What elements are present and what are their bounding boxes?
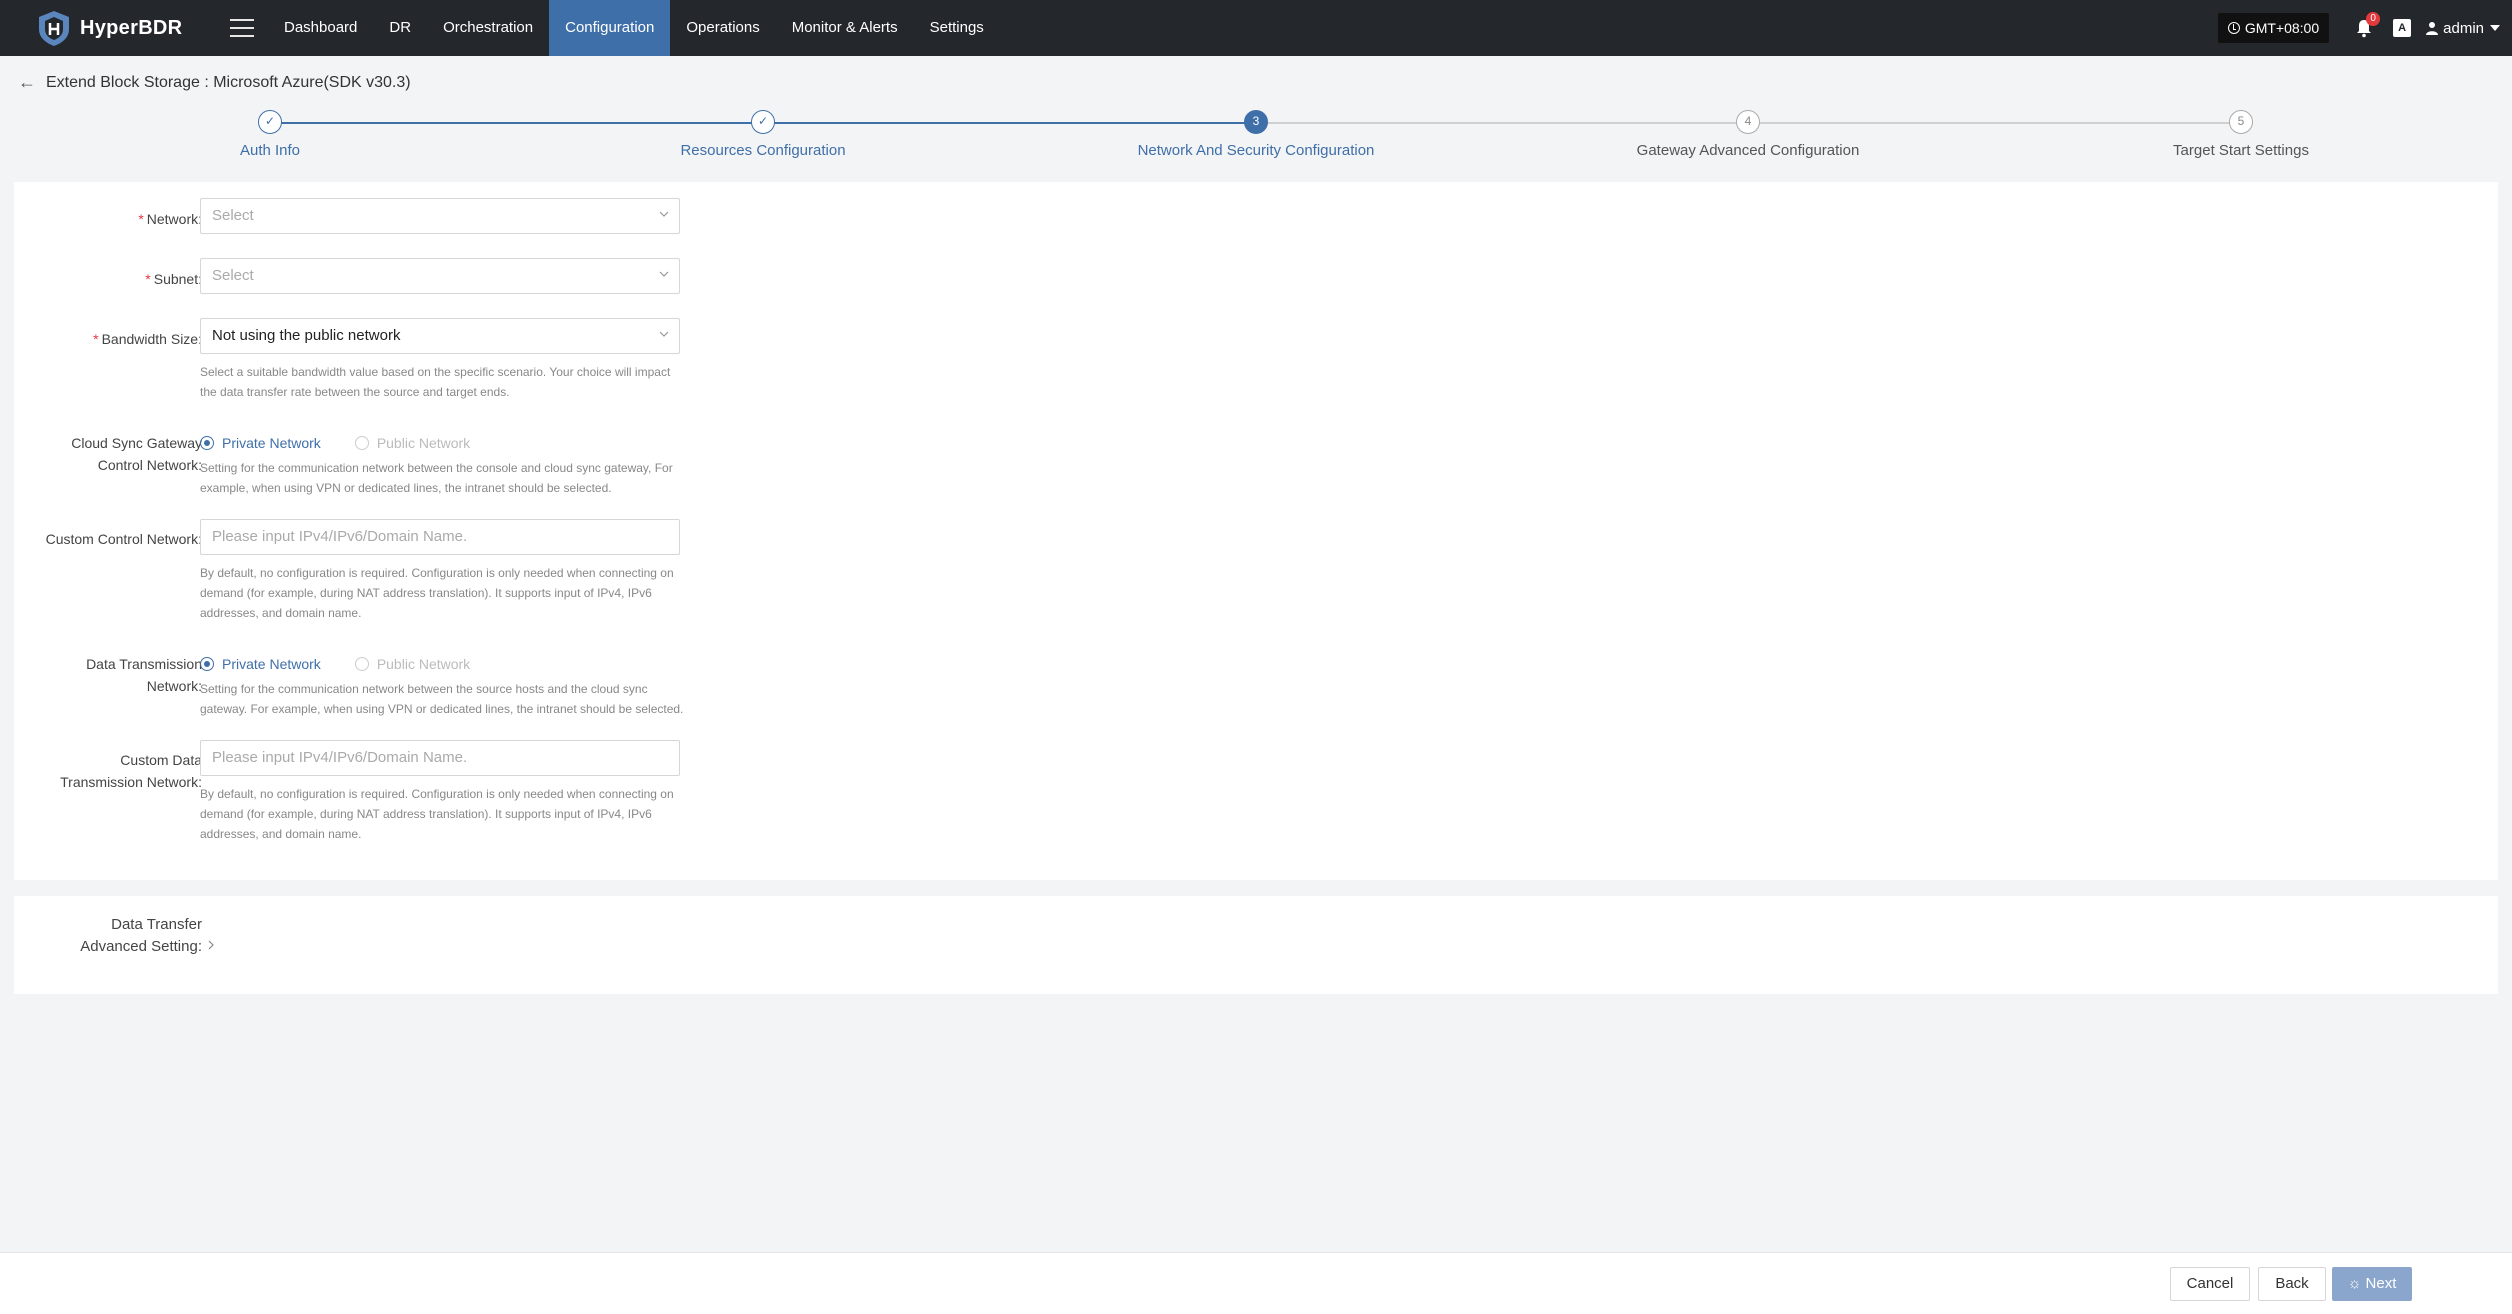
- check-icon: ✓: [258, 110, 282, 134]
- advanced-settings-card: Data Transfer Advanced Setting:: [14, 896, 2498, 994]
- bandwidth-help: Select a suitable bandwidth value based …: [200, 365, 671, 399]
- nav-dashboard[interactable]: Dashboard: [268, 0, 373, 56]
- custom-control-label: Custom Control Network:: [45, 531, 202, 547]
- bandwidth-select[interactable]: Not using the public network: [200, 318, 680, 354]
- control-private-radio[interactable]: [200, 436, 214, 450]
- data-network-label: Data Transmission Network:: [86, 656, 202, 694]
- chevron-down-icon: [659, 331, 669, 337]
- app-name: HyperBDR: [80, 16, 183, 39]
- notification-badge: 0: [2366, 12, 2381, 26]
- next-button[interactable]: ☼ Next: [2332, 1267, 2412, 1301]
- back-arrow-icon[interactable]: ←: [18, 72, 36, 93]
- network-form-card: * Network: Select * Subnet: Select * Bandwi…: [14, 182, 2498, 880]
- timezone-button[interactable]: GMT+08:00: [2217, 13, 2330, 43]
- subnet-label: * Subnet:: [145, 271, 202, 287]
- main-nav: Dashboard DR Orchestration Configuration…: [268, 0, 1000, 56]
- wizard-steps: ✓ Auth Info ✓ Resources Configuration 3 …: [0, 110, 2512, 170]
- check-icon: ✓: [751, 110, 775, 134]
- advanced-settings-label: Data Transfer Advanced Setting:: [80, 916, 202, 955]
- back-button[interactable]: Back: [2258, 1267, 2326, 1301]
- step-auth-info[interactable]: ✓ Auth Info: [110, 110, 430, 159]
- step-label: Resources Configuration: [680, 142, 846, 159]
- data-public-radio: [354, 657, 369, 671]
- notification-bell[interactable]: 0: [2355, 12, 2381, 38]
- chevron-right-icon[interactable]: [206, 940, 216, 950]
- nav-monitor-alerts[interactable]: Monitor & Alerts: [776, 0, 914, 56]
- loading-icon: ☼: [2347, 1275, 2362, 1292]
- step-label: Gateway Advanced Configuration: [1636, 142, 1860, 159]
- page-title: Extend Block Storage : Microsoft Azure(S…: [46, 73, 411, 91]
- subnet-select[interactable]: Select: [200, 258, 680, 294]
- step-gateway-advanced[interactable]: 4 Gateway Advanced Configuration: [1588, 110, 1908, 159]
- nav-settings[interactable]: Settings: [914, 0, 1000, 56]
- app-logo[interactable]: HyperBDR: [36, 9, 206, 47]
- user-menu[interactable]: admin: [2425, 20, 2500, 37]
- step-label: Network And Security Configuration: [1137, 142, 1375, 159]
- custom-data-help: By default, no configuration is required…: [200, 787, 674, 841]
- language-icon[interactable]: A: [2393, 19, 2412, 37]
- user-name: admin: [2443, 19, 2484, 37]
- nav-dr[interactable]: DR: [373, 0, 427, 56]
- custom-control-help: By default, no configuration is required…: [200, 566, 674, 620]
- cancel-button[interactable]: Cancel: [2170, 1267, 2250, 1301]
- control-network-help: Setting for the communication network be…: [200, 461, 673, 495]
- top-navbar: HyperBDR Dashboard DR Orchestration Conf…: [0, 0, 2512, 56]
- step-resources-configuration[interactable]: ✓ Resources Configuration: [603, 110, 923, 159]
- nav-configuration[interactable]: Configuration: [549, 0, 671, 56]
- chevron-down-icon: [659, 271, 669, 277]
- custom-data-label: Custom Data Transmission Network:: [60, 752, 202, 790]
- step-label: Target Start Settings: [2173, 142, 2309, 159]
- data-network-radio-group: Private Network Public Network: [200, 656, 504, 672]
- step-number: 4: [1736, 110, 1760, 134]
- user-icon: [2426, 22, 2439, 35]
- control-network-label: Cloud Sync Gateway Control Network:: [71, 435, 202, 473]
- custom-data-input[interactable]: Please input IPv4/IPv6/Domain Name.: [200, 740, 680, 776]
- control-public-label: Public Network: [376, 435, 471, 451]
- control-public-radio: [354, 436, 369, 450]
- step-target-start[interactable]: 5 Target Start Settings: [2081, 110, 2401, 159]
- network-label: * Network:: [138, 211, 202, 227]
- step-number: 5: [2229, 110, 2253, 134]
- nav-orchestration[interactable]: Orchestration: [427, 0, 549, 56]
- control-private-label[interactable]: Private Network: [222, 435, 321, 451]
- caret-down-icon: [2490, 25, 2500, 31]
- page-header: ← Extend Block Storage : Microsoft Azure…: [18, 72, 411, 93]
- nav-operations[interactable]: Operations: [670, 0, 775, 56]
- clock-icon: [2227, 22, 2240, 34]
- network-select[interactable]: Select: [200, 198, 680, 234]
- data-public-label: Public Network: [376, 656, 471, 672]
- shield-logo-icon: [39, 11, 69, 46]
- bandwidth-label: * Bandwidth Size:: [93, 331, 202, 347]
- control-network-radio-group: Private Network Public Network: [200, 435, 504, 451]
- timezone-label: GMT+08:00: [2244, 20, 2320, 36]
- step-network-security[interactable]: 3 Network And Security Configuration: [1096, 110, 1416, 159]
- data-private-label[interactable]: Private Network: [222, 656, 321, 672]
- step-number: 3: [1244, 110, 1268, 134]
- step-label: Auth Info: [239, 142, 301, 159]
- chevron-down-icon: [659, 211, 669, 217]
- footer-actions: Cancel Back ☼ Next: [0, 1252, 2512, 1314]
- custom-control-input[interactable]: Please input IPv4/IPv6/Domain Name.: [200, 519, 680, 555]
- menu-toggle-icon[interactable]: [228, 16, 256, 40]
- data-private-radio[interactable]: [200, 657, 214, 671]
- data-network-help: Setting for the communication network be…: [200, 682, 684, 716]
